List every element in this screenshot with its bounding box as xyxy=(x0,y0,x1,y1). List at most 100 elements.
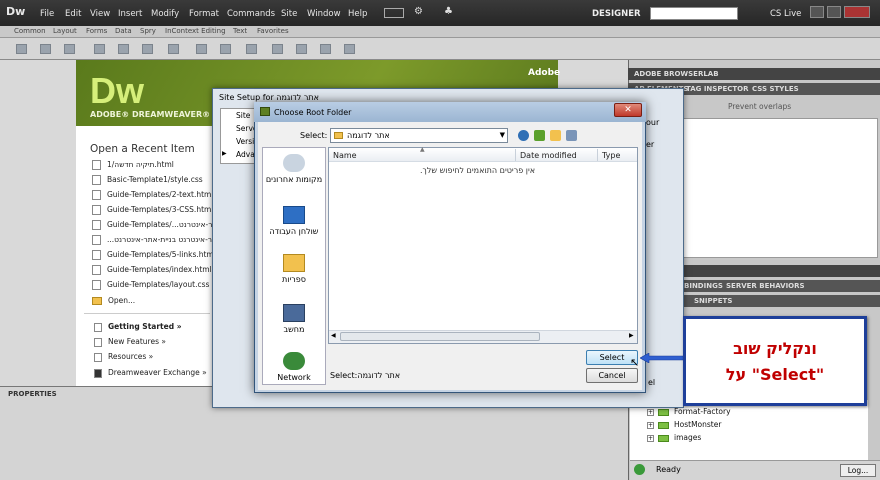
prevent-overlaps[interactable]: Prevent overlaps xyxy=(728,102,791,111)
tab-text[interactable]: Text xyxy=(233,27,247,35)
tab-tag-inspector[interactable]: TAG INSPECTOR xyxy=(686,85,749,93)
tab-common[interactable]: Common xyxy=(14,27,46,35)
scroll-left-icon[interactable]: ◀ xyxy=(331,332,336,339)
tab-server-behaviors[interactable]: SERVER BEHAVIORS xyxy=(726,282,805,290)
layout-icon[interactable] xyxy=(384,8,404,18)
recent-item[interactable]: תיקיה חדשה/1.html xyxy=(92,160,174,170)
menu-format[interactable]: Format xyxy=(189,9,219,19)
maximize-icon[interactable] xyxy=(827,6,841,18)
image-icon[interactable] xyxy=(142,44,153,54)
tab-layout[interactable]: Layout xyxy=(53,27,77,35)
table-icon[interactable] xyxy=(94,44,105,54)
category-advanced[interactable]: Adva xyxy=(236,150,255,159)
place-recent[interactable]: מקומות אחרונים xyxy=(262,154,326,184)
browserlab-header[interactable]: ADOBE BROWSERLAB xyxy=(628,68,880,80)
recent-item[interactable]: Guide-Templates/5-links.html xyxy=(92,250,216,260)
up-folder-icon[interactable] xyxy=(534,130,545,141)
dw-logo: Dw xyxy=(90,70,144,111)
tab-css-styles[interactable]: CSS STYLES xyxy=(752,85,799,93)
column-divider[interactable] xyxy=(597,149,598,161)
server-include-icon[interactable] xyxy=(220,44,231,54)
head-icon[interactable] xyxy=(272,44,283,54)
menu-modify[interactable]: Modify xyxy=(151,9,179,19)
templates-icon[interactable] xyxy=(320,44,331,54)
tab-favorites[interactable]: Favorites xyxy=(257,27,289,35)
column-date[interactable]: Date modified xyxy=(520,151,577,160)
view-menu-icon[interactable] xyxy=(566,130,577,141)
place-network[interactable]: Network xyxy=(262,352,326,382)
minimize-icon[interactable] xyxy=(810,6,824,18)
file-icon xyxy=(92,280,101,290)
look-in-dropdown[interactable]: אתר לדוגמה ▼ xyxy=(330,128,508,143)
tab-bindings[interactable]: BINDINGS xyxy=(684,282,723,290)
place-libraries[interactable]: ספריות xyxy=(262,254,326,284)
product-name: ADOBE® DREAMWEAVER® C xyxy=(90,110,219,119)
menu-window[interactable]: Window xyxy=(307,9,341,19)
date-icon[interactable] xyxy=(196,44,207,54)
comment-icon[interactable] xyxy=(246,44,257,54)
cs-live[interactable]: CS Live xyxy=(770,9,801,19)
instruction-callout: ונקליק שוב על "Select" xyxy=(683,316,867,406)
workspace-switcher[interactable]: DESIGNER xyxy=(592,9,641,19)
expand-icon[interactable]: + xyxy=(647,434,654,442)
back-icon[interactable] xyxy=(518,130,529,141)
tab-data[interactable]: Data xyxy=(115,27,132,35)
search-input[interactable] xyxy=(650,7,738,20)
place-computer[interactable]: מחשב xyxy=(262,304,326,334)
tag-chooser-icon[interactable] xyxy=(344,44,355,54)
menu-insert[interactable]: Insert xyxy=(118,9,142,19)
site-setup-cancel[interactable]: el xyxy=(648,378,655,387)
tree-item[interactable]: + Format-Factory xyxy=(647,407,731,416)
place-desktop[interactable]: שולחן העבודה xyxy=(262,206,326,236)
recent-item[interactable]: Basic-Template1/style.css xyxy=(92,175,203,185)
site-icon[interactable]: ♣ xyxy=(444,6,453,17)
media-icon[interactable] xyxy=(168,44,179,54)
files-status-bar: Ready Log... xyxy=(630,460,880,480)
expand-arrow-icon[interactable]: ▶ xyxy=(222,150,227,157)
column-type[interactable]: Type xyxy=(602,151,620,160)
new-folder-icon[interactable] xyxy=(550,130,561,141)
tab-forms[interactable]: Forms xyxy=(86,27,107,35)
category-version[interactable]: Versi xyxy=(236,137,254,146)
tree-item[interactable]: + images xyxy=(647,433,701,442)
recent-item[interactable]: Guide-Templates/layout.css xyxy=(92,280,209,290)
expand-icon[interactable]: + xyxy=(647,408,654,416)
menu-help[interactable]: Help xyxy=(348,9,367,19)
column-name[interactable]: Name xyxy=(333,151,357,160)
expand-icon[interactable]: + xyxy=(647,421,654,429)
category-site[interactable]: Site xyxy=(236,111,250,120)
tab-spry[interactable]: Spry xyxy=(140,27,156,35)
cancel-button[interactable]: Cancel xyxy=(586,368,638,383)
script-icon[interactable] xyxy=(296,44,307,54)
menu-file[interactable]: File xyxy=(40,9,54,19)
recent-item[interactable]: ...אתר-אינטרנט בניית-אתר-אינטרנט xyxy=(92,235,222,245)
scroll-thumb[interactable] xyxy=(340,332,540,341)
getting-started-link[interactable]: Getting Started » xyxy=(94,322,182,332)
menu-site[interactable]: Site xyxy=(281,9,297,19)
recent-item[interactable]: Guide-Templates/index.html xyxy=(92,265,212,275)
menu-commands[interactable]: Commands xyxy=(227,9,275,19)
new-features-link[interactable]: New Features » xyxy=(94,337,166,347)
tree-item[interactable]: + HostMonster xyxy=(647,420,721,429)
gear-icon[interactable]: ⚙ xyxy=(414,6,423,17)
open-link[interactable]: Open... xyxy=(92,296,135,305)
column-divider[interactable] xyxy=(515,149,516,161)
file-list[interactable] xyxy=(328,147,638,344)
close-icon[interactable] xyxy=(844,6,870,18)
recent-item[interactable]: Guide-Templates/...אתר-אינטרנט xyxy=(92,220,222,230)
menu-view[interactable]: View xyxy=(90,9,110,19)
email-link-icon[interactable] xyxy=(40,44,51,54)
recent-item[interactable]: Guide-Templates/2-text.html xyxy=(92,190,213,200)
tab-incontext[interactable]: InContext Editing xyxy=(165,27,226,35)
recent-item[interactable]: Guide-Templates/3-CSS.html xyxy=(92,205,213,215)
anchor-icon[interactable] xyxy=(64,44,75,54)
log-button[interactable]: Log... xyxy=(840,464,876,477)
hyperlink-icon[interactable] xyxy=(16,44,27,54)
tab-snippets[interactable]: SNIPPETS xyxy=(694,297,732,305)
resources-link[interactable]: Resources » xyxy=(94,352,153,362)
close-icon[interactable]: ✕ xyxy=(614,103,642,117)
div-icon[interactable] xyxy=(118,44,129,54)
scroll-right-icon[interactable]: ▶ xyxy=(629,332,634,339)
exchange-link[interactable]: Dreamweaver Exchange » xyxy=(94,368,207,378)
menu-edit[interactable]: Edit xyxy=(65,9,81,19)
